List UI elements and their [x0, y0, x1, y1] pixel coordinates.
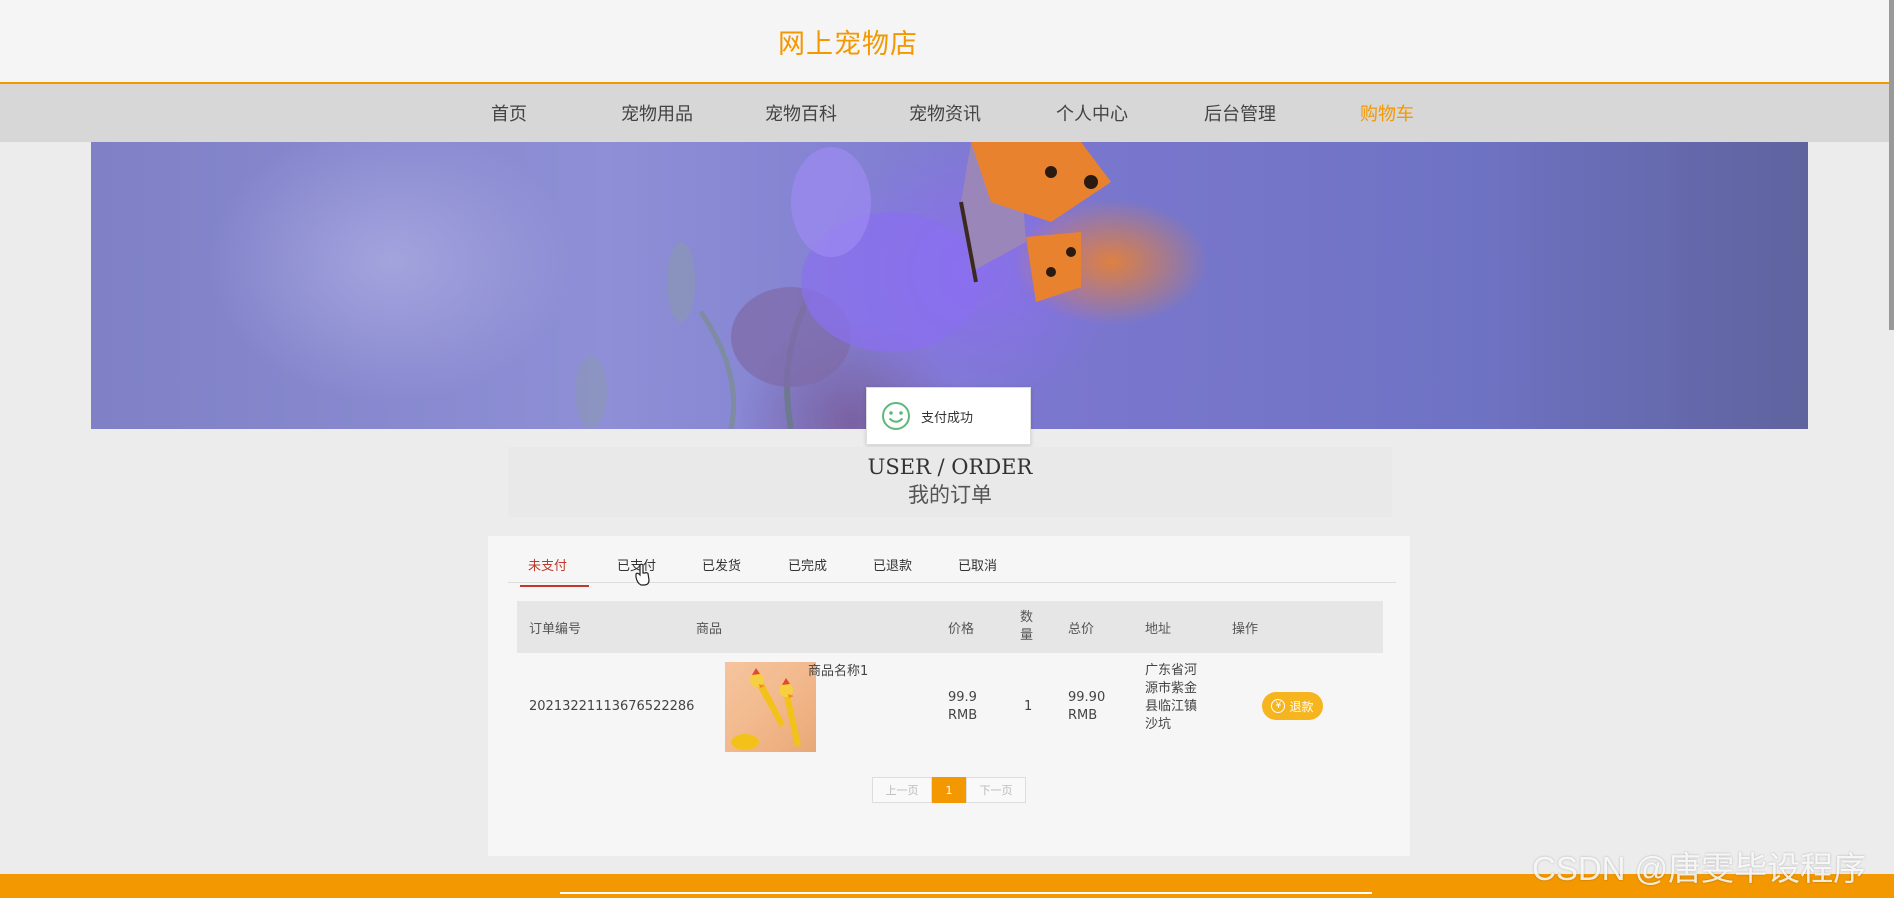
nav-item-home[interactable]: 首页 [491, 100, 527, 126]
col-product: 商品 [696, 622, 723, 637]
price-value: 99.9 [948, 690, 977, 705]
pagination-next-button[interactable]: 下一页 [966, 777, 1026, 803]
tab-completed[interactable]: 已完成 [788, 555, 827, 574]
toast-message: 支付成功 [921, 410, 974, 426]
order-title-en: USER / ORDER [867, 455, 1033, 479]
pagination: 上一页 1 下一页 [872, 777, 1026, 803]
smile-icon [882, 402, 910, 430]
site-header: 网上宠物店 [0, 0, 1894, 84]
butterfly-flower-illustration [575, 142, 1111, 429]
order-number: 20213221113676522286 [529, 699, 695, 714]
col-total: 总价 [1068, 622, 1095, 637]
col-action: 操作 [1232, 622, 1259, 637]
banner-image [91, 142, 1808, 429]
refund-button[interactable]: ¥ 退款 [1262, 692, 1323, 720]
nav-item-admin[interactable]: 后台管理 [1204, 100, 1276, 126]
col-quantity: 数量 [1020, 610, 1034, 643]
hand-cursor-icon [635, 563, 650, 586]
quantity-value: 1 [1024, 699, 1033, 714]
payment-success-toast: 支付成功 [866, 387, 1031, 445]
product-image[interactable] [725, 662, 816, 752]
nav-item-pet-supplies[interactable]: 宠物用品 [621, 100, 693, 126]
pagination-page-current[interactable]: 1 [932, 777, 966, 803]
pagination-prev-button[interactable]: 上一页 [872, 777, 932, 803]
scrollbar[interactable] [1889, 0, 1894, 330]
col-price: 价格 [948, 622, 975, 637]
tab-unpaid[interactable]: 未支付 [520, 555, 590, 587]
yen-icon: ¥ [1271, 699, 1286, 713]
orders-panel: 未支付 已支付 已发货 已完成 已退款 已取消 订单编号 商品 价格 数量 总价… [488, 536, 1410, 856]
nav-item-pet-news[interactable]: 宠物资讯 [909, 100, 981, 126]
col-order-no: 订单编号 [529, 622, 582, 637]
product-name[interactable]: 商品名称1 [808, 663, 868, 681]
nav-item-cart[interactable]: 购物车 [1360, 100, 1414, 126]
total-unit: RMB [1068, 708, 1098, 723]
order-section-header: USER / ORDER 我的订单 [508, 447, 1392, 517]
refund-button-label: 退款 [1289, 699, 1314, 714]
rubber-chicken-image [731, 668, 801, 750]
total-value: 99.90 [1068, 690, 1106, 705]
table-row: 20213221113676522286 商品名称1 99.9 RMB 1 99… [517, 653, 1383, 763]
order-title-cn: 我的订单 [908, 483, 992, 507]
nav-item-pet-encyclopedia[interactable]: 宠物百科 [765, 100, 837, 126]
tab-refunded[interactable]: 已退款 [873, 555, 912, 574]
tab-shipped[interactable]: 已发货 [702, 555, 741, 574]
price-unit: RMB [948, 708, 978, 723]
shipping-address: 广东省河源市紫金县临江镇沙坑 [1145, 663, 1198, 732]
main-nav: 首页 宠物用品 宠物百科 宠物资讯 个人中心 后台管理 购物车 [0, 84, 1894, 142]
footer-divider [560, 892, 1372, 894]
watermark-text: CSDN @唐雯毕设程序 [1532, 850, 1867, 887]
nav-item-personal-center[interactable]: 个人中心 [1056, 100, 1128, 126]
col-address: 地址 [1145, 622, 1172, 637]
site-title[interactable]: 网上宠物店 [778, 22, 918, 61]
tab-cancelled[interactable]: 已取消 [958, 555, 997, 574]
orders-table-header: 订单编号 商品 价格 数量 总价 地址 操作 [517, 601, 1383, 653]
